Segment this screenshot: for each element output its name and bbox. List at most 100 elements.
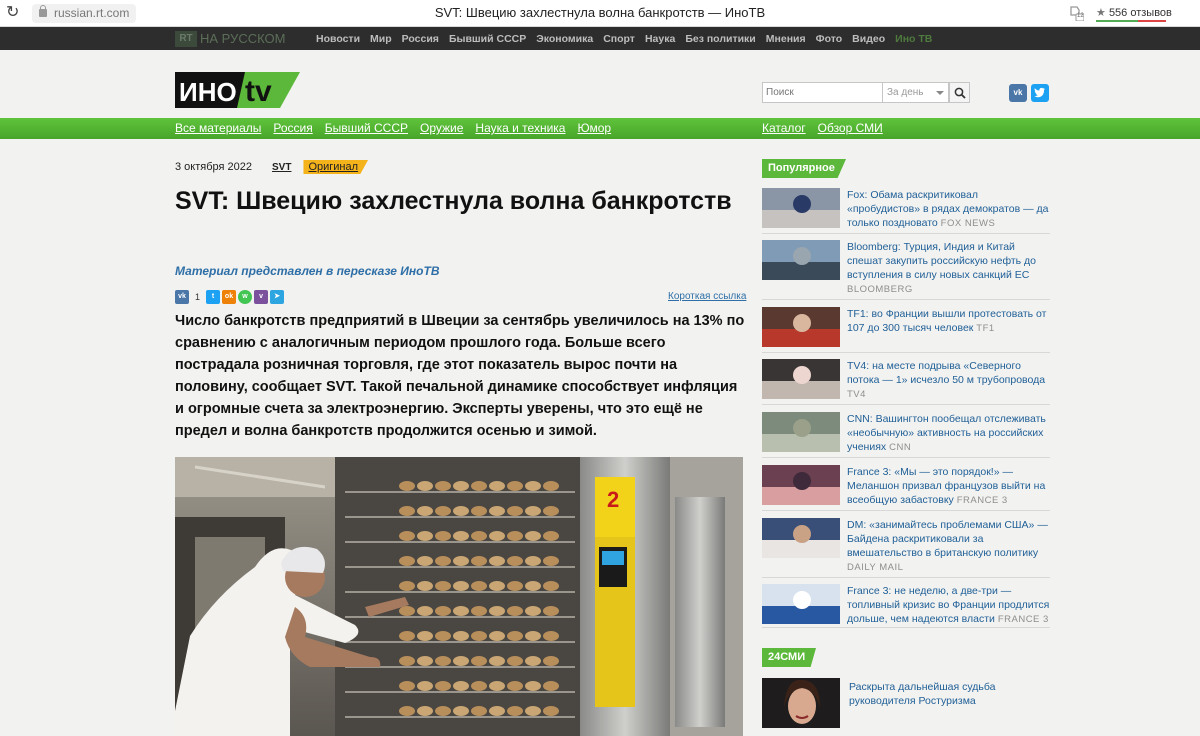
- reviews-count: 556 отзывов: [1108, 7, 1172, 19]
- news-thumbnail: [762, 465, 840, 505]
- article-title: SVT: Швецию захлестнула волна банкротств: [175, 187, 732, 215]
- search-button[interactable]: [949, 82, 970, 103]
- reload-icon[interactable]: ↻: [6, 4, 19, 22]
- telegram-share-icon[interactable]: ➤: [270, 290, 285, 304]
- popular-section-title: Популярное: [762, 159, 846, 178]
- rt-main-nav: Новости Мир Россия Бывший СССР Экономика Спор…: [316, 31, 942, 47]
- rt-nav-item[interactable]: Мнения: [766, 31, 806, 47]
- news-item-source: CNN: [889, 442, 912, 453]
- star-icon: ★: [1096, 7, 1106, 19]
- article-lead: Число банкротств предприятий в Швеции за…: [175, 313, 745, 439]
- rt-nav-item[interactable]: Экономика: [536, 31, 593, 47]
- news-item-headline: TF1: во Франции вышли протестовать от 10…: [847, 308, 1047, 334]
- news-item-source: FOX NEWS: [940, 218, 996, 229]
- news-thumbnail: [762, 518, 840, 558]
- rt-nav-item[interactable]: Мир: [370, 31, 392, 47]
- search-period-value: За день: [887, 87, 924, 98]
- rt-nav-item[interactable]: Наука: [645, 31, 675, 47]
- article-meta: 3 октября 2022 SVT Оригинал: [175, 160, 369, 174]
- news-thumbnail: [762, 584, 840, 624]
- news-item-source: FRANCE 3: [956, 495, 1008, 506]
- news-item-text: France 3: не неделю, а две-три — топливн…: [847, 584, 1052, 627]
- site-menu-item[interactable]: Каталог: [762, 121, 806, 136]
- news-thumbnail: [762, 678, 840, 728]
- browser-toolbar: [0, 0, 1200, 27]
- site-menu-item[interactable]: Бывший СССР: [325, 121, 408, 136]
- news-item-headline: France 3: «Мы — это порядок!» — Меланшон…: [847, 466, 1046, 506]
- popular-news-item[interactable]: DM: «занимайтесь проблемами США» — Байде…: [762, 518, 1050, 578]
- site-menu-item[interactable]: Оружие: [420, 121, 463, 136]
- twitter-share-icon[interactable]: t: [206, 290, 221, 304]
- popular-news-item[interactable]: TV4: на месте подрыва «Северного потока …: [762, 359, 1050, 405]
- news-item-source: TV4: [847, 389, 866, 400]
- rt-nav-item[interactable]: Без политики: [685, 31, 755, 47]
- news-item-text: France 3: «Мы — это порядок!» — Меланшон…: [847, 465, 1052, 508]
- news-item-text: Fox: Обама раскритиковал «пробудистов» в…: [847, 188, 1052, 231]
- rt-nav-item[interactable]: Фото: [816, 31, 843, 47]
- popular-news-item[interactable]: Bloomberg: Турция, Индия и Китай спешат …: [762, 240, 1050, 300]
- rt-logo[interactable]: RT: [175, 31, 197, 47]
- rt-nav-item[interactable]: Россия: [402, 31, 439, 47]
- news-thumbnail: [762, 412, 840, 452]
- share-count: 1: [195, 292, 201, 302]
- rt-nav-item[interactable]: Ино ТВ: [895, 31, 932, 47]
- popular-news-item[interactable]: France 3: «Мы — это порядок!» — Меланшон…: [762, 465, 1050, 511]
- inotv-logo-text-2: tv: [245, 75, 272, 108]
- vk-icon[interactable]: vk: [1009, 84, 1027, 102]
- popular-news-item[interactable]: TF1: во Франции вышли протестовать от 10…: [762, 307, 1050, 353]
- news-thumbnail: [762, 307, 840, 347]
- news-thumbnail: [762, 240, 840, 280]
- rt-nav-item[interactable]: Бывший СССР: [449, 31, 526, 47]
- news-item-source: BLOOMBERG: [847, 284, 913, 295]
- short-link[interactable]: Короткая ссылка: [668, 291, 746, 302]
- site-menu-item[interactable]: Россия: [273, 121, 312, 136]
- news-item-source: TF1: [976, 323, 995, 334]
- smi-news-item[interactable]: Раскрыта дальнейшая судьба руководителя …: [762, 678, 1050, 736]
- reviews-rating-bar: [1096, 20, 1166, 22]
- address-bar[interactable]: russian.rt.com: [32, 4, 136, 23]
- news-thumbnail: [762, 359, 840, 399]
- viber-share-icon[interactable]: v: [254, 290, 269, 304]
- vk-share-icon[interactable]: vk: [175, 290, 189, 304]
- svg-text:2: 2: [607, 487, 619, 512]
- popular-news-item[interactable]: CNN: Вашингтон пообещал отслеживать «нео…: [762, 412, 1050, 458]
- rt-nav-item[interactable]: Спорт: [603, 31, 635, 47]
- reviews-badge[interactable]: ★ 556 отзывов: [1096, 6, 1172, 19]
- news-item-headline: CNN: Вашингтон пообещал отслеживать «нео…: [847, 413, 1046, 453]
- share-buttons: vk 1 t ok w v ➤: [175, 290, 286, 304]
- rt-nav-item[interactable]: Видео: [852, 31, 885, 47]
- site-menu-item[interactable]: Обзор СМИ: [818, 121, 883, 136]
- extension-badge: 12: [1077, 13, 1084, 19]
- address-bar-url: russian.rt.com: [54, 6, 130, 20]
- search-period-select[interactable]: За день: [883, 82, 949, 103]
- article-date: 3 октября 2022: [175, 161, 252, 173]
- site-menu-item[interactable]: Все материалы: [175, 121, 261, 136]
- odnoklassniki-share-icon[interactable]: ok: [222, 290, 237, 304]
- site-menu-item[interactable]: Наука и техника: [475, 121, 565, 136]
- site-menu-right: Каталог Обзор СМИ: [762, 121, 895, 136]
- news-item-source: FRANCE 3: [997, 614, 1049, 625]
- popular-news-item[interactable]: Fox: Обама раскритиковал «пробудистов» в…: [762, 188, 1050, 234]
- popular-news-item[interactable]: France 3: не неделю, а две-три — топливн…: [762, 584, 1050, 628]
- extension-icon[interactable]: 12: [1068, 5, 1085, 22]
- article-photo: 2: [175, 457, 743, 736]
- search-input[interactable]: [762, 82, 883, 103]
- rt-language-link[interactable]: НА РУССКОМ: [200, 31, 285, 47]
- whatsapp-share-icon[interactable]: w: [238, 290, 253, 304]
- search-icon: [954, 87, 966, 99]
- news-item-text: DM: «занимайтесь проблемами США» — Байде…: [847, 518, 1052, 575]
- rt-nav-item[interactable]: Новости: [316, 31, 360, 47]
- article-source-link[interactable]: SVT: [272, 162, 291, 173]
- original-link[interactable]: Оригинал: [303, 160, 369, 174]
- news-item-headline: TV4: на месте подрыва «Северного потока …: [847, 360, 1046, 386]
- lock-icon: [39, 5, 47, 17]
- news-item-text: Bloomberg: Турция, Индия и Китай спешат …: [847, 240, 1052, 297]
- twitter-icon[interactable]: [1031, 84, 1049, 102]
- article-retold-note: Материал представлен в пересказе ИноТВ: [175, 264, 440, 278]
- inotv-logo-text-1: ИНО: [179, 77, 237, 107]
- news-thumbnail: [762, 188, 840, 228]
- inotv-logo[interactable]: ИНО tv: [175, 72, 300, 108]
- news-item-headline: Bloomberg: Турция, Индия и Китай спешат …: [847, 241, 1037, 281]
- site-menu-item[interactable]: Юмор: [577, 121, 611, 136]
- news-item-headline: DM: «занимайтесь проблемами США» — Байде…: [847, 519, 1048, 559]
